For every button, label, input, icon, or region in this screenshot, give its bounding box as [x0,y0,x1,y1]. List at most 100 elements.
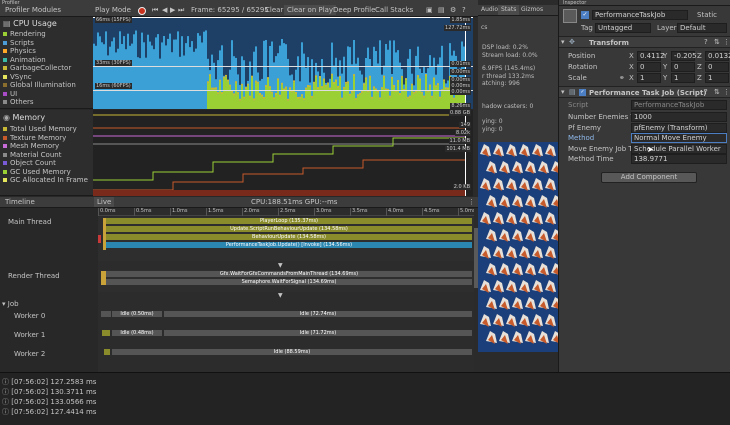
call-stacks-dropdown[interactable]: Call Stacks [372,5,416,15]
worker-1-idle-a[interactable]: Idle (0.48ms) [112,330,162,336]
last-frame-icon[interactable]: ⏭ [178,6,184,15]
transform-field-y[interactable]: 1 [671,73,695,83]
step-back-icon[interactable]: ⏮ [152,6,158,15]
transform-field-y[interactable]: -0.205 [671,51,697,61]
cpu-legend-item[interactable]: Scripts [3,39,93,48]
cpu-legend-item[interactable]: VSync [3,73,93,82]
timeline-view-dropdown[interactable]: Timeline [2,197,38,207]
pf-enemy-field[interactable]: pfEnemy (Transform) [631,123,727,133]
save-icon[interactable]: ▤ [438,6,445,14]
timeline-menu-icon[interactable]: ⋮ [468,198,475,206]
static-dropdown[interactable]: Static [697,11,717,19]
transform-field-x[interactable]: 0 [637,62,661,72]
memory-legend-item[interactable]: Object Count [3,159,93,168]
clear-on-play-button[interactable]: Clear on Play [284,5,337,15]
behaviour-update-bar[interactable]: BehaviourUpdate (134.58ms) [106,234,472,240]
memory-chart[interactable]: 0.88 GB 149 8.02k 11.0 MB 101.4 MB 2.0 KB [93,110,473,196]
memory-module-panel[interactable]: ◉ Memory Total Used Memory Texture Memory… [0,110,93,196]
cpu-legend-item[interactable]: UI [3,90,93,99]
script-help-icon[interactable]: ? [704,88,708,96]
prev-frame-icon[interactable]: ◀ [162,6,167,14]
semaphore-wait-bar[interactable]: Semaphore.WaitForSignal (134.69ms) [106,279,472,285]
worker-0-idle-a[interactable]: Idle (0.50ms) [112,311,162,317]
memory-legend-item[interactable]: GC Allocated In Frame [3,176,93,185]
render-expand-icon[interactable]: ▼ [278,292,283,299]
transform-field-x[interactable]: 1 [637,73,661,83]
tag-dropdown[interactable]: Untagged [595,23,651,33]
load-icon[interactable]: ▣ [426,6,433,14]
memory-legend-item[interactable]: Texture Memory [3,134,93,143]
layer-dropdown[interactable]: Default [677,23,727,33]
cpu-legend-item[interactable]: Animation [3,56,93,65]
stats-toggle[interactable]: Stats [498,5,520,15]
transform-field-y[interactable]: 0 [671,62,695,72]
settings-icon[interactable]: ⚙ [450,6,456,14]
cpu-legend-item[interactable]: Global Illumination [3,81,93,90]
script-run-update-bar[interactable]: Update.ScriptRunBehaviourUpdate (134.58m… [106,226,472,232]
script-preset-icon[interactable]: ⇅ [714,88,720,96]
object-name-field[interactable]: PerformanceTaskJob [592,10,688,20]
console-log-entry[interactable]: ⓘ [07:56:02] 133.0566 ms [2,398,96,407]
method-time-field[interactable]: 138.9771 [631,154,727,164]
console-log-entry[interactable]: ⓘ [07:56:02] 127.4414 ms [2,408,96,417]
add-component-button[interactable]: Add Component [601,172,697,183]
active-checkbox[interactable]: ✓ [581,11,589,19]
cpu-legend-item[interactable]: Others [3,98,93,107]
gc-sample-bar [221,92,223,94]
profiler-modules-dropdown[interactable]: Profiler Modules [2,5,64,15]
next-frame-icon[interactable]: ▶ [170,6,175,14]
script-menu-icon[interactable]: ⋮ [723,88,730,96]
task-job-update-bar[interactable]: PerformanceTaskJob.Update() [Invoke] (13… [106,242,472,248]
play-mode-dropdown[interactable]: Play Mode [92,5,134,15]
render-thread-track[interactable]: Gfx.WaitForGfxCommandsFromMainThread (13… [98,270,474,292]
gc-sample-bar [245,87,247,90]
transform-field-z[interactable]: 1 [705,73,729,83]
transform-help-icon[interactable]: ? [704,38,708,46]
cpu-usage-chart[interactable]: 66ms (15FPS) 33ms (30FPS) 16ms (60FPS) 1… [93,17,473,109]
worker-2-idle[interactable]: Idle (88.59ms) [112,349,472,355]
worker-0-track[interactable]: Idle (0.50ms) Idle (72.74ms) [98,310,474,318]
gfx-wait-bar[interactable]: Gfx.WaitForGfxCommandsFromMainThread (13… [106,271,472,277]
gc-sample-bar [255,80,257,83]
timeline-area[interactable]: 0.0ms 0.5ms 1.0ms 1.5ms 2.0ms 2.5ms 3.0ms 3.5ms… [98,208,474,372]
cpu-legend-item[interactable]: GarbageCollector [3,64,93,73]
live-button[interactable]: Live [94,197,115,207]
clear-button[interactable]: Clear [262,5,286,15]
main-expand-icon[interactable]: ▼ [278,262,283,269]
cpu-module-panel[interactable]: ▤ CPU Usage Rendering Scripts Physics Anima… [0,17,93,109]
cpu-legend-item[interactable]: Rendering [3,30,93,39]
help-icon[interactable]: ? [462,6,466,14]
worker-1-track[interactable]: Idle (0.48ms) Idle (71.72ms) [98,329,474,337]
num-enemies-field[interactable]: 1000 [631,112,727,122]
rendering-sample-bar [413,93,415,109]
memory-legend-item[interactable]: Material Count [3,151,93,160]
script-component-header[interactable]: ▾ ▤ ✓ Performance Task Job (Script) ? ⇅ … [559,86,730,98]
transform-field-x[interactable]: 0.4112 [637,51,665,61]
job-group-label[interactable]: ▾ Job [2,300,19,308]
memory-legend-item[interactable]: Total Used Memory [3,125,93,134]
transform-field-z[interactable]: 0.0132 [705,51,730,61]
record-icon[interactable] [138,7,146,15]
transform-menu-icon[interactable]: ⋮ [723,38,730,46]
move-job-dropdown[interactable]: Schedule Parallel Worker Thr [631,144,727,161]
memory-legend-item[interactable]: GC Used Memory [3,168,93,177]
main-thread-track[interactable]: PlayerLoop (135.37ms) Update.ScriptRunBe… [98,217,474,261]
worker-1-idle-b[interactable]: Idle (71.72ms) [164,330,472,336]
worker-2-track[interactable]: Idle (88.59ms) [98,348,474,356]
transform-preset-icon[interactable]: ⇅ [714,38,720,46]
script-enabled-checkbox[interactable]: ✓ [579,89,586,96]
gizmos-dropdown[interactable]: Gizmos [518,5,546,15]
axis-label-y: Y [663,63,668,71]
legend-swatch [3,178,7,182]
transform-header[interactable]: ▾ ✥ Transform ? ⇅ ⋮ [559,36,730,48]
transform-field-z[interactable]: 0 [705,62,729,72]
console-log-entry[interactable]: ⓘ [07:56:02] 130.3711 ms [2,388,96,397]
method-dropdown[interactable]: Normal Move Enemy [631,133,727,143]
cpu-legend-item[interactable]: Physics [3,47,93,56]
constrain-scale-icon[interactable]: ⚭ [619,74,625,82]
game-scene[interactable] [478,142,558,352]
worker-0-idle-b[interactable]: Idle (72.74ms) [164,311,472,317]
playerloop-bar[interactable]: PlayerLoop (135.37ms) [106,218,472,224]
memory-legend-item[interactable]: Mesh Memory [3,142,93,151]
console-log-entry[interactable]: ⓘ [07:56:02] 127.2583 ms [2,378,96,387]
